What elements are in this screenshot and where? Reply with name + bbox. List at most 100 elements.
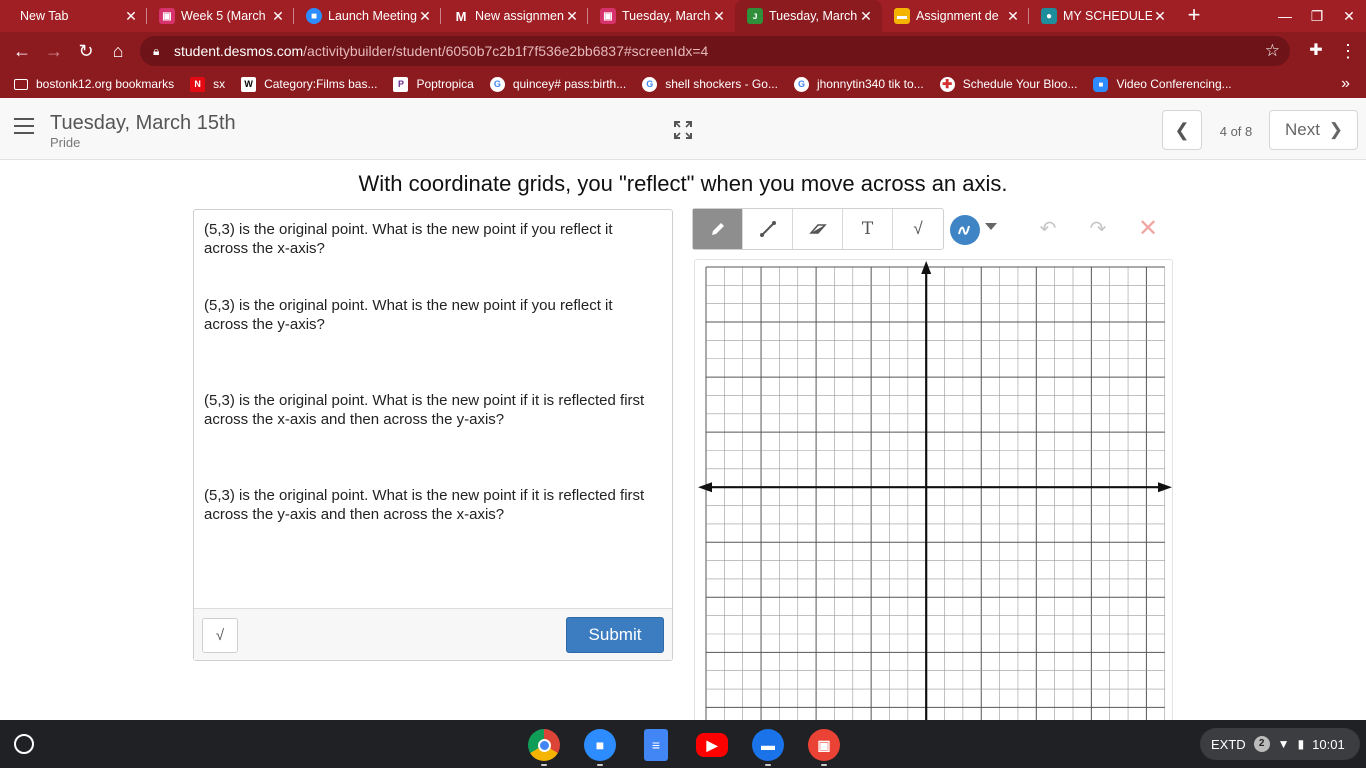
line-tool[interactable] bbox=[743, 209, 793, 249]
tab-title: Assignment de bbox=[916, 9, 999, 23]
bookmark-label: bostonk12.org bookmarks bbox=[36, 77, 175, 91]
tab-my-schedule[interactable]: ● MY SCHEDULE ✕ bbox=[1029, 0, 1176, 32]
bookmark-quincey[interactable]: G quincey# pass:birth... bbox=[489, 76, 627, 92]
eraser-tool[interactable] bbox=[793, 209, 843, 249]
youtube-icon[interactable]: ▶ bbox=[696, 733, 728, 757]
close-icon[interactable]: ✕ bbox=[1005, 8, 1021, 24]
bookmark-label: shell shockers - Go... bbox=[665, 77, 778, 91]
reload-icon[interactable]: ↻ bbox=[72, 37, 100, 65]
bookmark-category-films[interactable]: W Category:Films bas... bbox=[241, 76, 377, 92]
math-tool[interactable]: √ bbox=[893, 209, 943, 249]
activity-header: Tuesday, March 15th Pride ❮ 4 of 8 Next … bbox=[0, 98, 1366, 160]
back-icon[interactable]: ← bbox=[8, 37, 36, 65]
tab-title: Tuesday, March bbox=[622, 9, 711, 23]
close-window-icon[interactable]: ✕ bbox=[1334, 0, 1364, 32]
bookmark-schedule-blood[interactable]: ✚ Schedule Your Bloo... bbox=[939, 76, 1077, 92]
gmail-icon: M bbox=[455, 8, 467, 24]
minimize-icon[interactable]: — bbox=[1270, 0, 1300, 32]
lock-icon: 🔒︎ bbox=[153, 44, 160, 58]
running-indicator bbox=[765, 764, 771, 766]
url-path: /activitybuilder/student/6050b7c2b1f7f53… bbox=[303, 43, 709, 59]
docs-icon[interactable]: ≡ bbox=[644, 729, 668, 761]
close-icon[interactable]: ✕ bbox=[1152, 8, 1168, 24]
redo-icon[interactable]: ↷ bbox=[1083, 215, 1113, 245]
tab-title: New Tab bbox=[20, 9, 69, 23]
chrome-icon[interactable] bbox=[528, 729, 560, 761]
forward-icon[interactable]: → bbox=[40, 37, 68, 65]
color-picker-button[interactable] bbox=[950, 215, 980, 245]
zoom-icon: ■ bbox=[1093, 76, 1109, 92]
running-indicator bbox=[597, 764, 603, 766]
tab-assignment[interactable]: ▬ Assignment de ✕ bbox=[882, 0, 1029, 32]
star-icon[interactable]: ☆ bbox=[1265, 36, 1280, 66]
tab-launch-meeting[interactable]: ■ Launch Meeting ✕ bbox=[294, 0, 441, 32]
bookmark-label: quincey# pass:birth... bbox=[512, 77, 627, 91]
close-icon[interactable]: ✕ bbox=[123, 8, 139, 24]
google-icon: G bbox=[793, 76, 809, 92]
tab-new-assignment[interactable]: M New assignmen ✕ bbox=[441, 0, 588, 32]
slides-icon: ▬ bbox=[894, 8, 910, 24]
next-screen-button[interactable]: Next ❯ bbox=[1269, 110, 1358, 150]
pencil-tool[interactable] bbox=[693, 209, 743, 249]
tab-tuesday-desmos[interactable]: ᴊ Tuesday, March ✕ bbox=[735, 0, 882, 32]
close-icon[interactable]: ✕ bbox=[858, 8, 874, 24]
clock: 10:01 bbox=[1312, 736, 1345, 752]
gallery-icon[interactable]: ▣ bbox=[808, 729, 840, 761]
tab-strip: New Tab ✕ ▣ Week 5 (March ✕ ■ Launch Mee… bbox=[0, 0, 1366, 32]
tab-new-tab[interactable]: New Tab ✕ bbox=[0, 0, 147, 32]
bookmark-shell-shockers[interactable]: G shell shockers - Go... bbox=[642, 76, 778, 92]
files-icon[interactable]: ▬ bbox=[752, 729, 784, 761]
restore-icon[interactable]: ❐ bbox=[1302, 0, 1332, 32]
eraser-icon bbox=[808, 224, 827, 234]
new-tab-button[interactable]: + bbox=[1180, 0, 1208, 32]
address-bar[interactable]: 🔒︎ student.desmos.com/activitybuilder/st… bbox=[140, 36, 1290, 66]
desmos-icon: ᴊ bbox=[747, 8, 763, 24]
bookmark-tiktok[interactable]: G jhonnytin340 tik to... bbox=[793, 76, 924, 92]
question-2: (5,3) is the original point. What is the… bbox=[204, 297, 613, 333]
caret-down-icon[interactable] bbox=[985, 223, 997, 230]
hamburger-menu-icon[interactable] bbox=[14, 118, 34, 136]
tab-title: Week 5 (March bbox=[181, 9, 266, 23]
tab-week5[interactable]: ▣ Week 5 (March ✕ bbox=[147, 0, 294, 32]
math-icon: √ bbox=[913, 219, 923, 238]
close-icon[interactable]: ✕ bbox=[270, 8, 286, 24]
page-title: Tuesday, March 15th bbox=[50, 112, 236, 134]
google-icon: G bbox=[489, 76, 505, 92]
close-icon[interactable]: ✕ bbox=[417, 8, 433, 24]
status-tray[interactable]: EXTD 2 ▼ ▮ 10:01 bbox=[1200, 728, 1360, 760]
sketch-toolbar: T √ bbox=[692, 208, 944, 250]
extensions-icon[interactable]: ✚ bbox=[1302, 37, 1330, 65]
poptropica-icon: P bbox=[393, 76, 409, 92]
bookmark-video-conferencing[interactable]: ■ Video Conferencing... bbox=[1093, 76, 1232, 92]
close-icon[interactable]: ✕ bbox=[564, 8, 580, 24]
bookmark-sx[interactable]: N sx bbox=[190, 76, 225, 92]
bookmark-label: jhonnytin340 tik to... bbox=[816, 77, 924, 91]
close-icon[interactable]: ✕ bbox=[711, 8, 727, 24]
fullscreen-icon[interactable] bbox=[673, 120, 693, 140]
sqrt-icon: √ bbox=[215, 627, 225, 644]
clear-sketch-icon[interactable]: ✕ bbox=[1133, 215, 1163, 245]
zoom-icon[interactable]: ■ bbox=[584, 729, 616, 761]
submit-button[interactable]: Submit bbox=[566, 617, 664, 653]
undo-icon[interactable]: ↶ bbox=[1033, 215, 1063, 245]
tab-title: New assignmen bbox=[475, 9, 564, 23]
text-tool[interactable]: T bbox=[843, 209, 893, 249]
text-icon: T bbox=[861, 219, 874, 239]
more-bookmarks-icon[interactable]: » bbox=[1341, 70, 1350, 98]
bookmark-poptropica[interactable]: P Poptropica bbox=[393, 76, 474, 92]
home-icon[interactable]: ⌂ bbox=[104, 37, 132, 65]
coordinate-grid[interactable] bbox=[695, 260, 1173, 729]
question-3: (5,3) is the original point. What is the… bbox=[204, 392, 645, 428]
tab-tuesday-slides[interactable]: ▣ Tuesday, March ✕ bbox=[588, 0, 735, 32]
launcher-icon[interactable] bbox=[14, 734, 34, 754]
running-indicator bbox=[541, 764, 547, 766]
question-panel: (5,3) is the original point. What is the… bbox=[193, 209, 673, 661]
menu-icon[interactable]: ⋮ bbox=[1334, 37, 1362, 65]
bookmarks-bar: bostonk12.org bookmarks N sx W Category:… bbox=[0, 70, 1366, 98]
bookmark-bostonk12[interactable]: bostonk12.org bookmarks bbox=[14, 77, 174, 91]
sketch-graph[interactable] bbox=[694, 259, 1173, 729]
math-input-button[interactable]: √ bbox=[202, 618, 238, 653]
zoom-icon: ■ bbox=[306, 8, 322, 24]
line-icon bbox=[759, 221, 776, 237]
previous-screen-button[interactable]: ❮ bbox=[1162, 110, 1202, 150]
